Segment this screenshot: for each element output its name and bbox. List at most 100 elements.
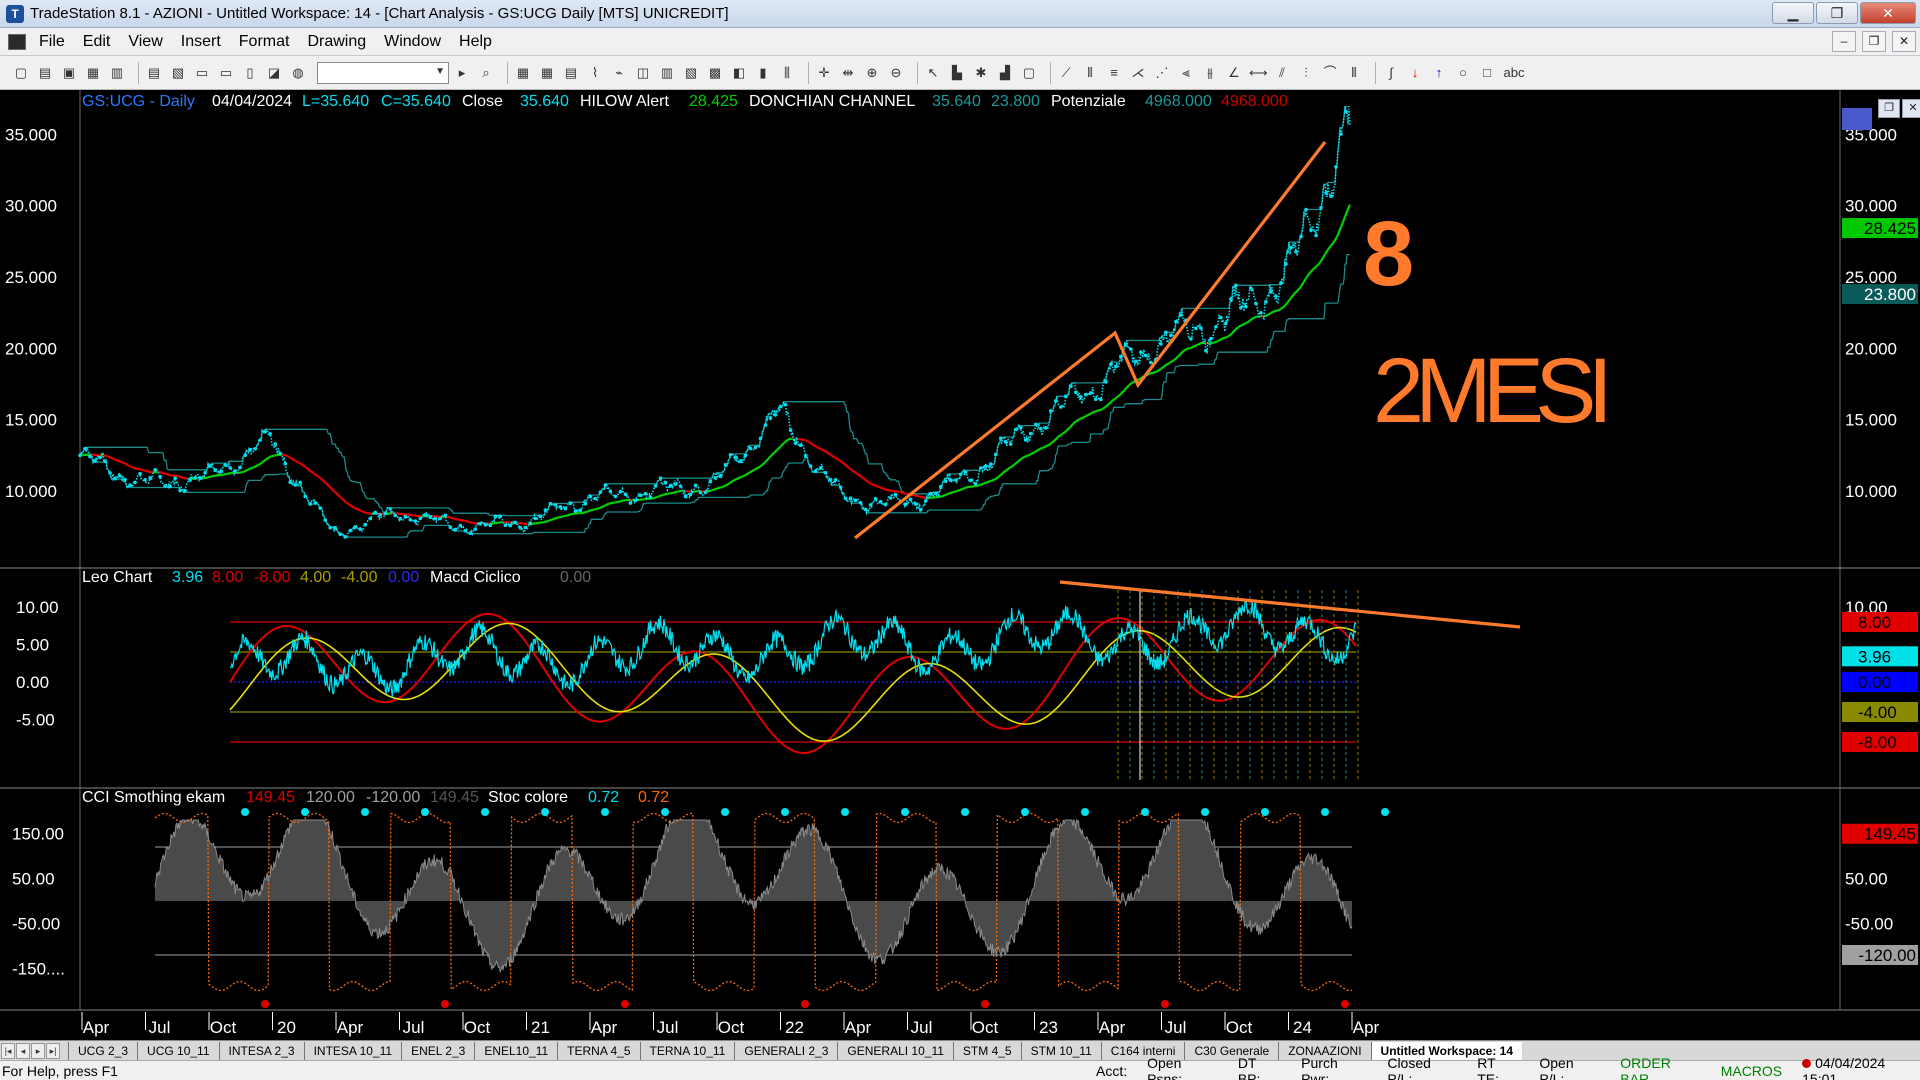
minimize-button[interactable]: ▁ xyxy=(1772,2,1814,24)
sheet-tab[interactable]: STM 10_11 xyxy=(1020,1041,1101,1060)
strategy-icon[interactable]: ◧ xyxy=(730,64,748,82)
portfolio-icon[interactable]: ◫ xyxy=(634,64,652,82)
chart-analysis-window[interactable]: GS:UCG - Daily 04/04/2024 L=35.640 C=35.… xyxy=(0,90,1920,1040)
menu-file[interactable]: File xyxy=(30,28,74,56)
analysis-bar-icon[interactable]: ▧ xyxy=(682,64,700,82)
sheet-tab[interactable]: TERNA 4_5 xyxy=(557,1041,639,1060)
chart-analysis-icon[interactable]: ▦ xyxy=(514,64,532,82)
menu-window[interactable]: Window xyxy=(375,28,450,56)
search-icon[interactable]: ⌕ xyxy=(477,64,495,82)
sheet-tab[interactable]: UCG 2_3 xyxy=(68,1041,137,1060)
time-zones-icon[interactable]: ⫴ xyxy=(1345,64,1363,82)
price-point xyxy=(583,501,588,506)
price-point xyxy=(318,506,323,510)
sheet-tab[interactable]: ENEL 2_3 xyxy=(401,1041,474,1060)
close-button[interactable]: ✕ xyxy=(1860,2,1916,24)
symbol-combo[interactable] xyxy=(317,61,449,84)
price-point xyxy=(1109,362,1113,367)
menu-format[interactable]: Format xyxy=(230,28,299,56)
sheet-tab[interactable]: ENEL10_11 xyxy=(474,1041,557,1060)
wizard-icon[interactable]: ◪ xyxy=(265,64,283,82)
data-window-icon[interactable]: ▮ xyxy=(754,64,772,82)
chart-type-icon[interactable]: ▙ xyxy=(948,64,966,82)
channel-icon[interactable]: ⫽ xyxy=(1273,64,1291,82)
print-preview-icon[interactable]: ▧ xyxy=(169,64,187,82)
volume-icon[interactable]: ⫼ xyxy=(778,64,796,82)
sheet-tab[interactable]: UCG 10_11 xyxy=(137,1041,218,1060)
price-point xyxy=(823,470,828,475)
crosshair-icon[interactable]: ✛ xyxy=(815,64,833,82)
menu-edit[interactable]: Edit xyxy=(74,28,120,56)
globe-icon[interactable]: ◍ xyxy=(289,64,307,82)
ellipse-icon[interactable]: ○ xyxy=(1454,64,1472,82)
extension-icon[interactable]: ⟷ xyxy=(1249,64,1268,82)
object-icon[interactable]: ▢ xyxy=(1020,64,1038,82)
order-bar-button[interactable]: ORDER BAR xyxy=(1620,1055,1700,1080)
tracking-icon[interactable]: ▥ xyxy=(658,64,676,82)
regression-icon[interactable]: ⫶ xyxy=(1297,64,1315,82)
arrow-up-icon[interactable]: ↑ xyxy=(1430,64,1448,82)
stoc-bottom-marker xyxy=(1341,1000,1349,1008)
drawing-tools-icon[interactable]: ▟ xyxy=(996,64,1014,82)
tab-last-button[interactable]: ▸| xyxy=(46,1042,60,1059)
price-chart[interactable]: GS:UCG - Daily 04/04/2024 L=35.640 C=35.… xyxy=(0,90,1920,1040)
tab-prev-button[interactable]: ◂ xyxy=(16,1042,30,1059)
menu-drawing[interactable]: Drawing xyxy=(298,28,375,56)
speed-lines-icon[interactable]: ⋰ xyxy=(1153,64,1171,82)
horizontal-lines-icon[interactable]: ≡ xyxy=(1105,64,1123,82)
freehand-icon[interactable]: ∫ xyxy=(1382,64,1400,82)
arrow-down-icon[interactable]: ↓ xyxy=(1406,64,1424,82)
price-point xyxy=(1089,391,1093,395)
indicator-icon[interactable]: ▩ xyxy=(706,64,724,82)
new-workspace-icon[interactable]: ▦ xyxy=(84,64,102,82)
lock-icon[interactable]: ▯ xyxy=(241,64,259,82)
sheet-tab[interactable]: GENERALI 2_3 xyxy=(734,1041,837,1060)
sheet-tab[interactable]: STM 4_5 xyxy=(952,1041,1021,1060)
rectangle-icon[interactable]: □ xyxy=(1478,64,1496,82)
menu-insert[interactable]: Insert xyxy=(172,28,230,56)
price-point xyxy=(363,522,368,527)
zoom-out-icon[interactable]: ⊖ xyxy=(887,64,905,82)
play-icon[interactable]: ▸ xyxy=(453,64,471,82)
zoom-in-icon[interactable]: ⊕ xyxy=(863,64,881,82)
text-icon[interactable]: abc xyxy=(1502,64,1526,82)
trendline-icon[interactable]: ⟋ xyxy=(1057,64,1075,82)
gann-fan-icon[interactable]: ⋌ xyxy=(1129,64,1147,82)
macros-button[interactable]: MACROS xyxy=(1721,1063,1782,1079)
open-icon[interactable]: ▤ xyxy=(36,64,54,82)
sheet-tab[interactable]: INTESA 2_3 xyxy=(218,1041,304,1060)
subwindow-restore-button[interactable]: ❐ xyxy=(1878,99,1900,118)
tab-first-button[interactable]: |◂ xyxy=(1,1042,15,1059)
sheet-tab[interactable]: TERNA 10_11 xyxy=(639,1041,735,1060)
sheet-tab[interactable]: GENERALI 10_11 xyxy=(837,1041,953,1060)
save-icon[interactable]: ▣ xyxy=(60,64,78,82)
angle-icon[interactable]: ∠ xyxy=(1225,64,1243,82)
fibonacci-icon[interactable]: ⫷ xyxy=(1177,64,1195,82)
price-point xyxy=(743,453,748,458)
option-icon[interactable]: ⌇ xyxy=(586,64,604,82)
vertical-lines-icon[interactable]: ⫴ xyxy=(1081,64,1099,82)
mdi-restore-button[interactable]: ❐ xyxy=(1862,31,1886,52)
bar-spacing-icon[interactable]: ⇹ xyxy=(839,64,857,82)
settings-icon[interactable]: ✱ xyxy=(972,64,990,82)
menu-help[interactable]: Help xyxy=(450,28,501,56)
workspace-icon[interactable]: ▭ xyxy=(217,64,235,82)
print-icon[interactable]: ▤ xyxy=(145,64,163,82)
sheet-tab[interactable]: INTESA 10_11 xyxy=(303,1041,402,1060)
window-icon[interactable]: ▭ xyxy=(193,64,211,82)
subwindow-close-button[interactable]: ✕ xyxy=(1902,99,1920,118)
radarscreen-icon[interactable]: ▦ xyxy=(538,64,556,82)
tab-next-button[interactable]: ▸ xyxy=(31,1042,45,1059)
scanner-icon[interactable]: ⌁ xyxy=(610,64,628,82)
chart-document-icon[interactable] xyxy=(8,33,26,50)
maximize-button[interactable]: ❐ xyxy=(1816,2,1858,24)
matrix-icon[interactable]: ▤ xyxy=(562,64,580,82)
pointer-icon[interactable]: ↖ xyxy=(924,64,942,82)
cycle-lines-icon[interactable]: ⫵ xyxy=(1201,64,1219,82)
arc-icon[interactable]: ⌒ xyxy=(1321,64,1339,82)
mdi-minimize-button[interactable]: – xyxy=(1832,31,1856,52)
folder-icon[interactable]: ▥ xyxy=(108,64,126,82)
mdi-close-button[interactable]: ✕ xyxy=(1892,31,1916,52)
new-icon[interactable]: ▢ xyxy=(12,64,30,82)
menu-view[interactable]: View xyxy=(119,28,171,56)
